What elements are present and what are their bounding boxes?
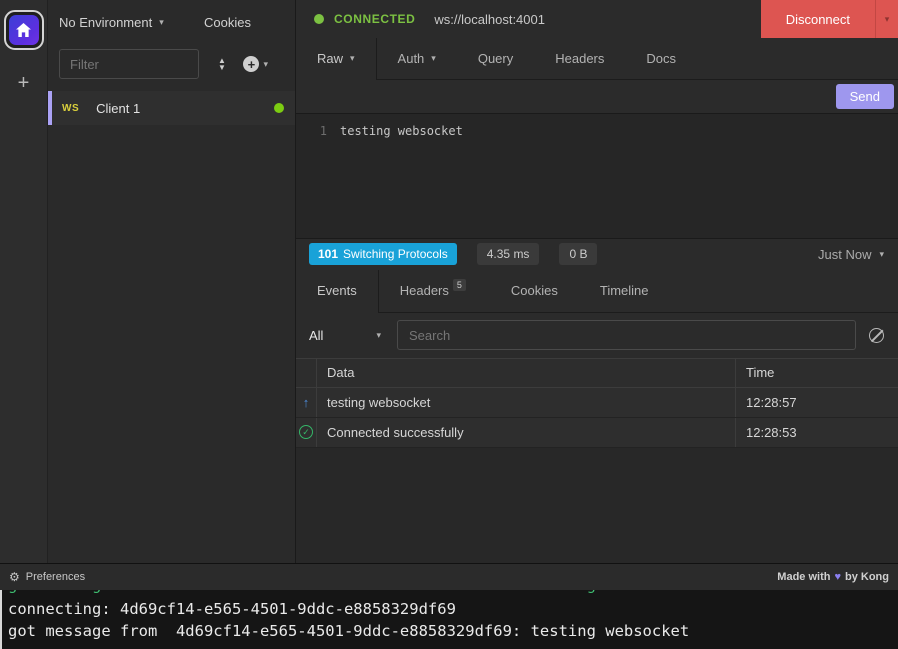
event-time: 12:28:53: [736, 418, 898, 447]
sort-icon[interactable]: ▲▼: [218, 57, 226, 71]
tab-raw[interactable]: Raw ▾: [296, 38, 377, 79]
tab-events[interactable]: Events: [296, 270, 379, 312]
status-badge: 101 Switching Protocols: [309, 243, 457, 265]
editor-content: testing websocket: [340, 122, 463, 140]
plus-circle-icon: +: [243, 56, 259, 72]
tab-timeline[interactable]: Timeline: [579, 270, 670, 312]
events-search-input[interactable]: [397, 320, 856, 350]
ws-method-badge: WS: [62, 103, 79, 114]
table-header-row: Data Time: [296, 358, 898, 388]
add-request-button[interactable]: + ▾: [243, 56, 268, 72]
line-number: 1: [296, 122, 340, 140]
terminal-clipped-line: got message from 4d69cf14-e565-4501-9ddc…: [8, 590, 898, 598]
terminal-window[interactable]: got message from 4d69cf14-e565-4501-9ddc…: [0, 590, 898, 649]
request-tabbar: Raw ▾ Auth ▾ Query Headers Docs: [296, 38, 898, 80]
new-project-button[interactable]: +: [18, 72, 30, 95]
chevron-down-icon: ▾: [350, 53, 355, 64]
tab-query[interactable]: Query: [457, 38, 534, 79]
chevron-down-icon: ▾: [159, 17, 164, 28]
clear-events-icon[interactable]: [869, 328, 884, 343]
send-button[interactable]: Send: [836, 84, 894, 109]
sidebar-header: No Environment ▾ Cookies: [48, 0, 295, 44]
chevron-down-icon: ▾: [879, 249, 884, 260]
connection-status-dot: [274, 103, 284, 113]
main-panel: CONNECTED ws://localhost:4001 Disconnect…: [295, 0, 898, 563]
tab-response-cookies[interactable]: Cookies: [490, 270, 579, 312]
response-empty-area: [296, 448, 898, 564]
event-data: Connected successfully: [317, 418, 736, 447]
disconnect-button[interactable]: Disconnect: [761, 0, 875, 38]
client-name: Client 1: [96, 101, 140, 116]
environment-label: No Environment: [59, 15, 152, 30]
kong-credit: Made with ♥ by Kong: [777, 571, 889, 583]
cookies-button[interactable]: Cookies: [204, 15, 251, 30]
app-statusbar: ⚙ Preferences Made with ♥ by Kong: [0, 563, 898, 590]
disconnect-button-group: Disconnect ▾: [761, 0, 898, 38]
disconnect-dropdown[interactable]: ▾: [875, 0, 898, 38]
connected-dot-icon: [314, 14, 324, 24]
editor-line: 1 testing websocket: [296, 122, 898, 140]
sidebar-filter-input[interactable]: [59, 49, 199, 79]
send-row: Send: [296, 80, 898, 113]
icon-column-header: [296, 359, 317, 387]
sidebar-filter-row: ▲▼ + ▾: [48, 44, 295, 84]
event-time: 12:28:57: [736, 388, 898, 417]
chevron-down-icon: ▾: [263, 59, 268, 70]
activity-rail: +: [0, 0, 48, 563]
app-window: + No Environment ▾ Cookies ▲▼ + ▾ WS: [0, 0, 898, 649]
terminal-line: got message from 4d69cf14-e565-4501-9ddc…: [8, 620, 898, 642]
tab-docs[interactable]: Docs: [625, 38, 697, 79]
tab-auth[interactable]: Auth ▾: [377, 38, 457, 79]
home-button[interactable]: [4, 10, 44, 50]
tab-response-headers[interactable]: Headers 5: [379, 270, 490, 312]
gear-icon: ⚙: [9, 570, 20, 584]
terminal-line: connecting: 4d69cf14-e565-4501-9ddc-e885…: [8, 598, 898, 620]
home-icon: [9, 15, 39, 45]
event-type-select[interactable]: All ▾: [309, 328, 387, 343]
chevron-down-icon: ▾: [431, 53, 436, 64]
table-row[interactable]: ↑ testing websocket 12:28:57: [296, 388, 898, 418]
websocket-url[interactable]: ws://localhost:4001: [434, 12, 545, 27]
environment-dropdown[interactable]: No Environment ▾: [59, 15, 164, 30]
events-table: Data Time ↑ testing websocket 12:28:57 ✓…: [296, 358, 898, 448]
sidebar: No Environment ▾ Cookies ▲▼ + ▾ WS Clien…: [48, 0, 295, 563]
sidebar-item-client-1[interactable]: WS Client 1: [48, 91, 295, 125]
sent-arrow-up-icon: ↑: [303, 395, 310, 410]
response-status-bar: 101 Switching Protocols 4.35 ms 0 B Just…: [296, 238, 898, 270]
connected-check-icon: ✓: [299, 425, 313, 439]
table-row[interactable]: ✓ Connected successfully 12:28:53: [296, 418, 898, 448]
preferences-button[interactable]: ⚙ Preferences: [9, 570, 85, 584]
workspace: + No Environment ▾ Cookies ▲▼ + ▾ WS: [0, 0, 898, 563]
headers-count-badge: 5: [453, 279, 466, 291]
response-size: 0 B: [559, 243, 597, 265]
tab-headers[interactable]: Headers: [534, 38, 625, 79]
time-column-header: Time: [736, 359, 898, 387]
response-tabbar: Events Headers 5 Cookies Timeline: [296, 270, 898, 313]
events-filter-row: All ▾: [296, 313, 898, 358]
data-column-header: Data: [317, 359, 736, 387]
connection-bar: CONNECTED ws://localhost:4001 Disconnect…: [296, 0, 898, 38]
heart-icon: ♥: [834, 571, 841, 583]
connection-status: CONNECTED: [334, 12, 415, 26]
history-dropdown[interactable]: Just Now ▾: [818, 247, 884, 262]
event-data: testing websocket: [317, 388, 736, 417]
message-editor[interactable]: 1 testing websocket: [296, 113, 898, 238]
chevron-down-icon: ▾: [376, 330, 381, 341]
response-time: 4.35 ms: [477, 243, 540, 265]
